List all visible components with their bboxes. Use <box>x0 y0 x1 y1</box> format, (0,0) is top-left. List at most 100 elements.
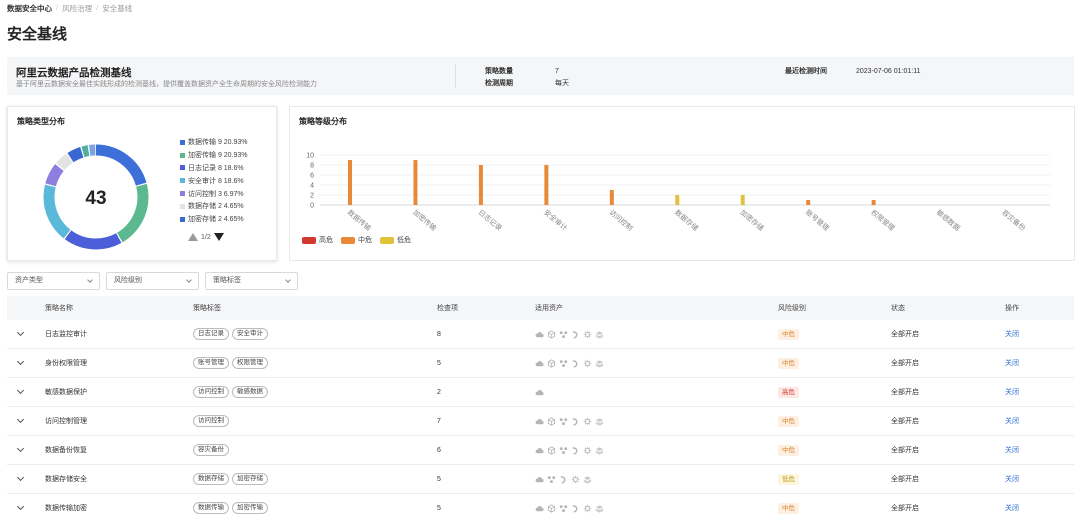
expand-row-button[interactable] <box>16 378 25 406</box>
header-policy-tags: 策略标签 <box>193 305 221 312</box>
pager-next-icon[interactable] <box>213 233 224 241</box>
table-row[interactable]: 身份权限管理 账号管理 权限管理 5 中危 全部开启 关闭 <box>7 349 1074 378</box>
bar-中危[interactable] <box>478 165 483 205</box>
legend-item[interactable]: 数据存储 2 4.65% <box>180 200 248 213</box>
policy-name: 日志监控审计 <box>45 331 87 338</box>
expand-row-button[interactable] <box>16 465 25 493</box>
y-tick-label: 4 <box>310 183 314 190</box>
policy-name: 访问控制管理 <box>45 418 87 425</box>
expand-row-button[interactable] <box>16 349 25 377</box>
policy-name: 身份权限管理 <box>45 360 87 367</box>
bar-legend-label: 中危 <box>358 237 372 244</box>
check-items-count: 7 <box>437 417 441 425</box>
policy-type-donut-chart: 43 <box>43 144 149 250</box>
breadcrumb-item-risk-governance[interactable]: 风险治理 <box>62 3 92 14</box>
cluster-icon <box>559 446 568 455</box>
bar-中危[interactable] <box>413 160 418 205</box>
bar-legend-item[interactable]: 中危 <box>341 235 372 245</box>
legend-item[interactable]: 加密存储 2 4.65% <box>180 213 248 226</box>
risk-level-filter[interactable]: 风险级别 <box>106 272 199 290</box>
close-policy-link[interactable]: 关闭 <box>1005 465 1019 493</box>
hook-icon <box>571 330 580 339</box>
chevron-down-icon <box>16 386 25 395</box>
asset-type-filter[interactable]: 资产类型 <box>7 272 100 290</box>
bar-中危[interactable] <box>609 190 614 205</box>
expand-row-button[interactable] <box>16 407 25 435</box>
policy-tag: 加密存储 <box>232 473 268 485</box>
table-row[interactable]: 数据备份恢复 容灾备份 6 中危 全部开启 关闭 <box>7 436 1074 465</box>
close-policy-link[interactable]: 关闭 <box>1005 494 1019 520</box>
x-tick-label: 安全审计 <box>542 208 569 232</box>
legend-item[interactable]: 日志记录 8 18.6% <box>180 162 248 175</box>
policy-tag: 安全审计 <box>232 328 268 340</box>
risk-level: 中危 <box>778 320 799 348</box>
y-tick-label: 10 <box>306 153 314 160</box>
check-items-count: 8 <box>437 330 441 338</box>
legend-swatch <box>180 139 185 145</box>
legend-swatch <box>180 178 185 184</box>
chevron-down-icon <box>16 444 25 453</box>
chevron-down-icon <box>16 502 25 511</box>
status: 全部开启 <box>891 360 919 367</box>
bar-legend-item[interactable]: 高危 <box>302 235 333 245</box>
policy-level-distribution-card: 策略等级分布 0 2 4 6 8 10 数据传输 加密传输 日志记录 安全审计 访问控制 数据存储 加密… <box>289 106 1075 261</box>
cloud-icon <box>535 504 544 513</box>
check-cycle-label: 检测周期 <box>485 80 513 87</box>
bar-legend-item[interactable]: 低危 <box>380 235 411 245</box>
bar-低危[interactable] <box>675 195 680 205</box>
card-title: 策略类型分布 <box>17 117 65 126</box>
legend-item[interactable]: 加密传输 9 20.93% <box>180 149 248 162</box>
policy-name: 数据传输加密 <box>45 505 87 512</box>
close-policy-link[interactable]: 关闭 <box>1005 349 1019 377</box>
breadcrumb-item-security-center[interactable]: 数据安全中心 <box>7 3 52 14</box>
close-policy-link[interactable]: 关闭 <box>1005 407 1019 435</box>
applicable-assets <box>535 320 604 348</box>
legend-swatch <box>180 216 185 222</box>
risk-badge: 中危 <box>778 328 799 340</box>
y-tick-label: 6 <box>310 173 314 180</box>
layers-icon <box>595 330 604 339</box>
policy-tag: 敏感数据 <box>232 386 268 398</box>
expand-row-button[interactable] <box>16 320 25 348</box>
header-assets: 适用资产 <box>535 305 563 312</box>
close-policy-link[interactable]: 关闭 <box>1005 436 1019 464</box>
table-row[interactable]: 敏感数据保护 访问控制 敏感数据 2 高危 全部开启 关闭 <box>7 378 1074 407</box>
legend-swatch <box>180 203 185 209</box>
close-policy-link[interactable]: 关闭 <box>1005 320 1019 348</box>
legend-item[interactable]: 安全审计 8 18.6% <box>180 174 248 187</box>
table-row[interactable]: 访问控制管理 访问控制 7 中危 全部开启 关闭 <box>7 407 1074 436</box>
table-row[interactable]: 数据存储安全 数据存储 加密存储 5 低危 全部开启 关闭 <box>7 465 1074 494</box>
policy-tags: 容灾备份 <box>193 436 229 464</box>
table-row[interactable]: 数据传输加密 数据传输 加密传输 5 中危 全部开启 关闭 <box>7 494 1074 520</box>
policy-tag-filter[interactable]: 策略标签 <box>205 272 298 290</box>
bar-legend-swatch <box>341 236 355 244</box>
chevron-down-icon <box>16 415 25 424</box>
legend-item[interactable]: 访问控制 3 6.97% <box>180 187 248 200</box>
legend-label: 加密存储 2 4.65% <box>188 216 244 224</box>
chevron-down-icon <box>16 473 25 482</box>
hook-icon <box>571 417 580 426</box>
policy-name: 数据备份恢复 <box>45 447 87 454</box>
bar-中危[interactable] <box>871 200 876 205</box>
check-items-count: 6 <box>437 446 441 454</box>
gear-icon <box>583 330 592 339</box>
policy-tags: 访问控制 敏感数据 <box>193 378 268 406</box>
table-row[interactable]: 日志监控审计 日志记录 安全审计 8 中危 全部开启 关闭 <box>7 320 1074 349</box>
policy-tag: 数据存储 <box>193 473 229 485</box>
applicable-assets <box>535 407 604 435</box>
close-policy-link[interactable]: 关闭 <box>1005 378 1019 406</box>
cluster-icon <box>559 330 568 339</box>
bar-中危[interactable] <box>544 165 549 205</box>
legend-item[interactable]: 数据传输 9 20.93% <box>180 136 248 149</box>
baseline-name: 阿里云数据产品检测基线 <box>16 67 132 79</box>
bar-中危[interactable] <box>348 160 352 205</box>
expand-row-button[interactable] <box>16 494 25 520</box>
last-check-label: 最近检测时间 <box>785 68 827 75</box>
hook-icon <box>559 475 568 484</box>
legend-label: 加密传输 9 20.93% <box>188 152 248 160</box>
expand-row-button[interactable] <box>16 436 25 464</box>
bar-中危[interactable] <box>806 200 811 205</box>
bar-legend-swatch <box>380 236 394 244</box>
bar-低危[interactable] <box>740 195 745 205</box>
pager-prev-icon[interactable] <box>188 233 198 241</box>
